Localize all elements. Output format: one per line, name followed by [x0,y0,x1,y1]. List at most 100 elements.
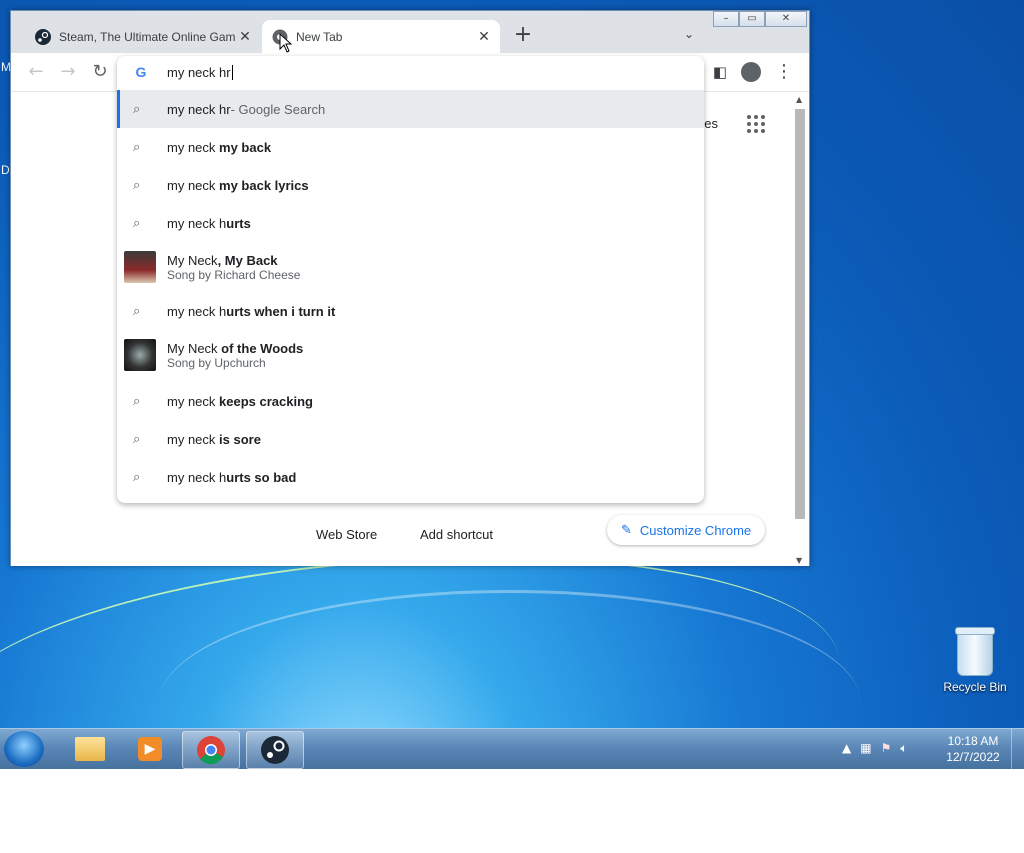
suggestion-subtitle: Song by Richard Cheese [167,267,301,282]
maximize-icon[interactable]: ▭ [739,11,765,27]
media-player-icon: ▶ [138,737,162,761]
customize-label: Customize Chrome [639,522,752,538]
shortcut-add[interactable]: Add shortcut [420,527,493,542]
network-icon[interactable]: ▦ [860,741,871,756]
omnibox-dropdown: G my neck hr ⌕ my neck hr - Google Searc… [117,56,704,503]
suggestion-row[interactable]: ⌕ my neck h urts when i turn it [117,292,704,330]
customize-chrome-button[interactable]: ✎ Customize Chrome [607,515,766,545]
window-controls: – ▭ ✕ [713,11,807,27]
suggestion-completion: my back [219,139,272,155]
clock-time: 10:18 AM [947,734,999,748]
search-icon: ⌕ [133,303,141,318]
search-icon: ⌕ [133,431,141,446]
tab-steam[interactable]: Steam, The Ultimate Online Gam ✕ [25,20,261,53]
search-icon: ⌕ [133,393,141,408]
suggestion-row[interactable]: ⌕ my neck h urts so bad [117,458,704,496]
suggestion-completion: , My Back [217,252,278,268]
suggestion-row[interactable]: My Neck of the Woods Song by Upchurch [117,330,704,380]
suggestion-typed: my neck [167,139,220,155]
suggestion-subtitle: Song by Upchurch [167,355,266,370]
scroll-down-icon[interactable]: ▼ [796,556,802,565]
suggestion-row[interactable]: ⌕ my neck my back [117,128,704,166]
tab-strip: Steam, The Ultimate Online Gam ✕ New Tab… [11,11,809,53]
desktop-icon-label[interactable]: D [1,163,10,177]
side-panel-icon[interactable]: ◧ [709,61,731,83]
taskbar: ▶ ▲ ▦ ⚑ 🔈︎ 10:18 AM 12/7/2022 [0,728,1024,769]
suggestion-typed: my neck [167,177,220,193]
suggestion-row[interactable]: ⌕ my neck is sore [117,420,704,458]
suggestion-typed: my neck h [167,469,227,485]
suggestion-typed: my neck [167,431,220,447]
menu-kebab-icon[interactable]: ⋮ [773,61,795,83]
explorer-taskbar-button[interactable] [62,731,118,767]
mouse-cursor-icon [279,33,293,53]
reload-icon[interactable]: ↻ [89,61,111,83]
entity-text: My Neck of the Woods Song by Upchurch [167,341,303,370]
suggestion-row[interactable]: ⌕ my neck my back lyrics [117,166,704,204]
suggestion-typed: my neck h [167,303,227,319]
album-art [124,251,156,283]
suggestion-completion: urts [226,215,251,231]
suggestion-suffix: - Google Search [230,101,326,117]
suggestion-row[interactable]: ⌕ my neck h urts [117,204,704,242]
scroll-thumb[interactable] [795,109,805,519]
scrollbar[interactable]: ▲ ▼ [793,95,807,565]
steam-taskbar-button[interactable] [246,731,304,769]
suggestion-row[interactable]: ⌕ my neck keeps cracking [117,382,704,420]
system-tray: ▲ ▦ ⚑ 🔈︎ [842,741,908,756]
chrome-icon [197,736,225,765]
suggestion-completion: urts so bad [226,469,297,485]
pencil-icon: ✎ [621,522,632,537]
tab-search-chevron-icon[interactable]: ⌄ [679,27,699,47]
suggestion-completion: urts when i turn it [226,303,336,319]
suggestion-typed: My Neck [167,252,218,268]
text-caret [231,64,233,80]
new-tab-plus-icon[interactable]: + [511,24,535,48]
profile-avatar-icon[interactable] [741,62,761,82]
steam-icon [35,28,51,45]
back-arrow-icon[interactable]: ← [25,61,47,83]
close-tab-icon[interactable]: ✕ [235,28,255,45]
recycle-bin-label: Recycle Bin [943,680,1007,694]
chrome-taskbar-button[interactable] [182,731,240,769]
show-hidden-icons-icon[interactable]: ▲ [842,741,851,756]
recycle-bin[interactable]: Recycle Bin [942,627,1008,694]
omnibox-input[interactable]: G my neck hr [117,56,704,88]
omnibox-text: my neck hr [167,64,231,80]
tab-new-tab[interactable]: New Tab ✕ [262,20,500,53]
folder-icon [75,737,105,761]
google-g-icon: G [135,64,147,80]
search-icon: ⌕ [133,139,141,154]
clock[interactable]: 10:18 AM 12/7/2022 [940,733,1006,765]
suggestion-typed: my neck h [167,215,227,231]
shortcut-web-store[interactable]: Web Store [316,527,377,542]
recycle-bin-icon [955,627,995,676]
start-button[interactable] [4,731,44,767]
show-desktop-button[interactable] [1011,729,1024,769]
tab-title: Steam, The Ultimate Online Gam [59,29,235,44]
search-icon: ⌕ [133,177,141,192]
suggestion-row[interactable]: ⌕ my neck hr - Google Search [117,90,704,128]
clock-date: 12/7/2022 [946,750,1000,764]
suggestion-completion: of the Woods [217,340,304,356]
close-window-icon[interactable]: ✕ [765,11,807,27]
album-art [124,339,156,371]
search-icon: ⌕ [133,101,141,116]
search-icon: ⌕ [133,215,141,230]
wallpaper-swoosh [160,590,860,813]
suggestion-completion: is sore [219,431,261,447]
minimize-icon[interactable]: – [713,11,739,27]
volume-icon[interactable]: 🔈︎ [900,741,907,756]
suggestion-typed: my neck [167,393,220,409]
suggestion-row[interactable]: My Neck, My Back Song by Richard Cheese [117,242,704,292]
close-tab-icon[interactable]: ✕ [474,28,494,45]
entity-text: My Neck, My Back Song by Richard Cheese [167,253,300,282]
suggestion-completion: my back lyrics [219,177,309,193]
suggestion-typed: My Neck [167,340,218,356]
media-player-taskbar-button[interactable]: ▶ [122,731,178,767]
tab-title: New Tab [296,29,343,44]
forward-arrow-icon[interactable]: → [57,61,79,83]
google-apps-icon[interactable] [747,115,765,133]
scroll-up-icon[interactable]: ▲ [796,95,802,104]
action-center-flag-icon[interactable]: ⚑ [881,741,892,756]
